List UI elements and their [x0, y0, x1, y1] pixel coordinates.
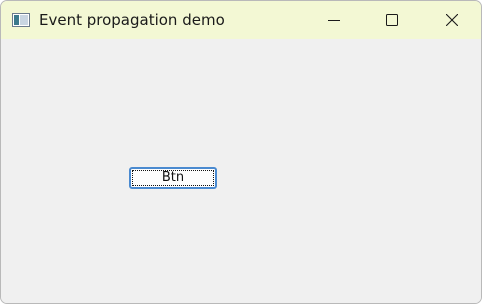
client-area: Btn [1, 39, 481, 303]
title-bar[interactable]: Event propagation demo [1, 1, 481, 39]
minimize-button[interactable] [305, 1, 363, 39]
maximize-button[interactable] [363, 1, 421, 39]
btn-button[interactable]: Btn [129, 167, 217, 189]
close-button[interactable] [423, 1, 481, 39]
window-title: Event propagation demo [39, 11, 225, 29]
window-app-icon[interactable] [12, 12, 30, 27]
app-window: Event propagation demo Btn [0, 0, 482, 304]
close-icon [445, 11, 459, 30]
maximize-icon [386, 11, 398, 30]
minimize-icon [328, 11, 340, 30]
btn-button-label: Btn [132, 170, 214, 186]
